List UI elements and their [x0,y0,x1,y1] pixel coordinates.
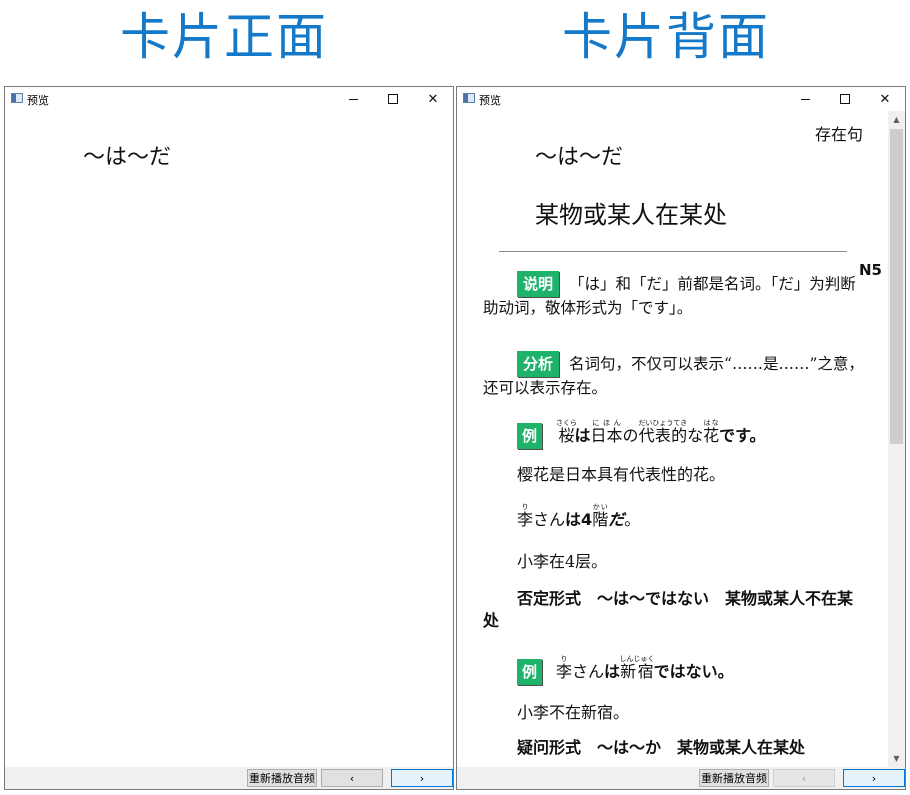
example-2-translation: 小李在4层。 [517,552,608,571]
ex3-word: 新宿 [619,662,655,681]
ex2-word: 李 [517,510,534,529]
example-3-translation: 小李不在新宿。 [517,703,630,722]
prev-button[interactable]: ‹ [773,769,835,787]
ex2-word: 階 [592,510,609,529]
ex2-number: 4 [581,510,593,529]
minimize-icon [800,98,810,100]
back-heading: 卡片背面 [562,8,770,66]
minimize-icon [348,98,358,100]
ex2-text: さん [533,510,566,529]
ex3-ending: ではない。 [653,662,734,681]
example-3: 例李りさんは新宿しんじゅくではない。 [517,655,734,685]
ex3-reading: り [556,655,573,663]
front-heading: 卡片正面 [120,8,328,66]
ex1-word: 花 [703,426,720,445]
close-icon: ✕ [879,91,891,107]
negative-form: 否定形式 ～は～ではない 某物或某人不在某处 [483,589,854,630]
ex1-reading: さくら [556,419,578,427]
scroll-up-arrow-icon[interactable]: ▲ [888,111,905,128]
maximize-button[interactable] [825,87,865,111]
next-button[interactable]: › [843,769,905,787]
card-back-content: 存在句 ～は～だ 某物或某人在某处 N5 说明 「は」和「だ」前都是名词。「だ」为… [457,111,905,767]
replay-audio-button[interactable]: 重新播放音频 [247,769,317,787]
ex1-reading: だいひょうてき [638,419,688,427]
title-bar: 预览 ✕ [457,87,905,111]
ex1-particle: な [687,426,704,445]
close-button[interactable]: ✕ [413,87,453,111]
scroll-down-arrow-icon[interactable]: ▼ [888,750,905,767]
bottom-bar: 重新播放音频 ‹ › [5,767,453,789]
vertical-scrollbar[interactable]: ▲ ▼ [888,111,905,767]
ex1-particle: は [574,426,591,445]
ex2-reading: り [517,503,533,511]
analysis-paragraph: 分析 名词句，不仅可以表示“……是……”之意，还可以表示存在。 [483,351,868,399]
preview-window-front: 预览 ✕ ～は～だ 重新播放音频 ‹ › [4,86,454,790]
prev-button[interactable]: ‹ [321,769,383,787]
ex1-reading: はな [703,419,720,427]
example-1-translation: 樱花是日本具有代表性的花。 [517,465,726,484]
example-1: 例桜さくらは日本にほんの代表的だいひょうてきな花はなです。 [517,419,766,449]
maximize-button[interactable] [373,87,413,111]
category-label: 存在句 [814,125,863,144]
analysis-tag: 分析 [517,351,560,377]
ex3-particle: は [604,662,621,681]
meaning-text: 某物或某人在某处 [535,201,727,229]
ex1-reading: にほん [590,419,623,427]
ex2-copula: だ [608,510,625,529]
front-expression: ～は～だ [83,145,172,170]
minimize-button[interactable] [333,87,373,111]
card-front-content: ～は～だ [5,111,453,767]
ex1-ending: です。 [719,426,766,445]
close-button[interactable]: ✕ [865,87,905,111]
ex3-text: さん [572,662,605,681]
replay-audio-button[interactable]: 重新播放音频 [699,769,769,787]
back-expression: ～は～だ [535,145,624,170]
app-icon [463,93,475,103]
ex1-particle: の [622,426,639,445]
title-bar: 预览 ✕ [5,87,453,111]
explanation-paragraph: 说明 「は」和「だ」前都是名词。「だ」为判断助动词，敬体形式为「です」。 [483,271,868,319]
maximize-icon [840,94,850,104]
app-icon [11,93,23,103]
ex1-word: 日本 [590,426,623,445]
ex3-word: 李 [556,662,573,681]
bottom-bar: 重新播放音频 ‹ › [457,767,905,789]
minimize-button[interactable] [785,87,825,111]
ex2-reading: かい [592,503,609,511]
next-button[interactable]: › [391,769,453,787]
close-icon: ✕ [427,91,439,107]
question-form: 疑问形式 ～は～か 某物或某人在某处 [517,738,806,757]
ex2-period: 。 [624,510,641,529]
preview-window-back: 预览 ✕ 存在句 ～は～だ 某物或某人在某处 N5 说明 「は」和「だ」前都是名词… [456,86,906,790]
window-title: 预览 [479,94,501,107]
ex3-reading: しんじゅく [619,655,655,663]
explanation-tag: 说明 [517,271,560,297]
example-2: 李りさんは4階かいだ。 [517,503,640,530]
window-title: 预览 [27,94,49,107]
ex1-word: 代表的 [638,426,688,445]
ex2-particle: は [565,510,582,529]
example-tag: 例 [517,423,543,449]
example-tag: 例 [517,659,543,685]
divider [499,251,847,252]
maximize-icon [388,94,398,104]
scroll-thumb[interactable] [890,129,903,444]
